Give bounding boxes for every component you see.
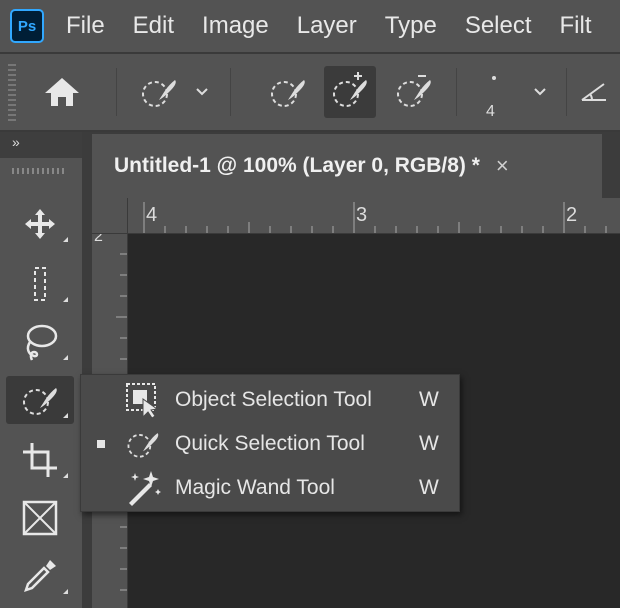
brush-size-value: 4: [486, 103, 495, 120]
tools-panel-grip[interactable]: [12, 168, 66, 174]
eyedropper-icon: [24, 560, 56, 592]
ruler-label: 3: [356, 204, 368, 226]
tool-group-indicator: [63, 355, 68, 360]
photoshop-logo[interactable]: Ps: [10, 9, 44, 43]
new-selection-button[interactable]: [262, 66, 314, 118]
menu-file[interactable]: File: [66, 12, 105, 40]
move-tool[interactable]: [6, 200, 74, 248]
menu-edit[interactable]: Edit: [133, 12, 174, 40]
menu-type[interactable]: Type: [385, 12, 437, 40]
tool-preset-picker[interactable]: [126, 66, 192, 118]
subtract-from-selection-icon: [397, 75, 431, 107]
collapse-panel-button[interactable]: »: [12, 134, 20, 150]
menu-select[interactable]: Select: [465, 12, 532, 40]
flyout-item-label: Magic Wand Tool: [175, 476, 335, 499]
lasso-tool[interactable]: [6, 318, 74, 366]
new-selection-icon: [271, 80, 305, 107]
shortcut-key: W: [419, 476, 439, 499]
frame-icon: [22, 500, 58, 536]
chevron-down-icon[interactable]: [532, 84, 548, 100]
quick-selection-icon: [23, 388, 57, 415]
rectangular-marquee-icon: [34, 267, 46, 301]
menu-bar: Ps File Edit Image Layer Type Select Fil…: [0, 0, 620, 52]
flyout-item-magic-wand[interactable]: Magic Wand Tool W: [81, 467, 461, 509]
flyout-item-quick-selection[interactable]: Quick Selection Tool W: [81, 423, 461, 465]
close-icon[interactable]: ×: [496, 153, 509, 179]
shortcut-key: W: [419, 432, 439, 455]
quick-selection-preset-icon: [142, 80, 176, 107]
home-icon: [45, 78, 79, 106]
lasso-icon: [26, 324, 58, 361]
flyout-item-label: Object Selection Tool: [175, 388, 372, 411]
options-separator: [456, 68, 457, 116]
crop-icon: [23, 443, 57, 477]
marquee-tool[interactable]: [6, 260, 74, 308]
options-bar-grip[interactable]: [8, 64, 16, 122]
home-button[interactable]: [36, 66, 88, 118]
magic-wand-icon: [123, 469, 163, 507]
tools-panel: »: [0, 132, 82, 608]
options-separator: [566, 68, 567, 116]
ruler-origin[interactable]: [92, 198, 128, 234]
document-tab-title: Untitled-1 @ 100% (Layer 0, RGB/8) *: [114, 154, 480, 177]
move-icon: [25, 209, 55, 239]
ruler-label: 2: [566, 204, 578, 226]
crop-tool[interactable]: [6, 436, 74, 484]
frame-tool[interactable]: [6, 494, 74, 542]
options-separator: [230, 68, 231, 116]
options-bar: [0, 54, 620, 132]
subtract-from-selection-button[interactable]: [388, 66, 440, 118]
tool-group-indicator: [63, 589, 68, 594]
add-to-selection-icon: [333, 72, 367, 107]
quick-selection-tool[interactable]: [6, 376, 74, 424]
document-tab[interactable]: Untitled-1 @ 100% (Layer 0, RGB/8) * ×: [92, 134, 602, 198]
menu-image[interactable]: Image: [202, 12, 269, 40]
tool-group-indicator: [63, 473, 68, 478]
flyout-item-label: Quick Selection Tool: [175, 432, 365, 455]
menu-filter[interactable]: Filt: [560, 12, 592, 40]
horizontal-ruler[interactable]: 4 3 2: [92, 198, 620, 234]
object-selection-icon: [123, 381, 163, 419]
add-to-selection-button[interactable]: [324, 66, 376, 118]
document-tab-bar: Untitled-1 @ 100% (Layer 0, RGB/8) * ×: [82, 132, 620, 198]
ruler-label: 4: [146, 204, 158, 226]
options-separator: [116, 68, 117, 116]
flyout-item-object-selection[interactable]: Object Selection Tool W: [81, 379, 461, 421]
quick-selection-icon: [123, 425, 163, 463]
shortcut-key: W: [419, 388, 439, 411]
eyedropper-tool[interactable]: [6, 552, 74, 600]
selection-tools-flyout: Object Selection Tool W Quick Selection …: [80, 374, 460, 512]
selected-indicator: [97, 440, 105, 448]
tool-group-indicator: [63, 297, 68, 302]
brush-size-icon[interactable]: [492, 76, 496, 80]
tool-group-indicator: [63, 413, 68, 418]
tool-group-indicator: [63, 237, 68, 242]
menu-layer[interactable]: Layer: [297, 12, 357, 40]
brush-angle-icon[interactable]: [580, 80, 612, 104]
chevron-down-icon[interactable]: [194, 84, 210, 100]
tools-panel-header: »: [0, 132, 82, 158]
